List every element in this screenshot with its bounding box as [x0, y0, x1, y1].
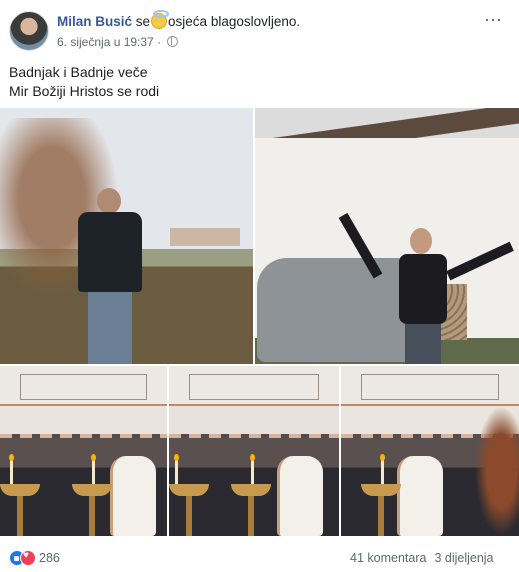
- author-name[interactable]: Milan Busić: [57, 14, 132, 29]
- more-options-icon[interactable]: ⋯: [484, 10, 503, 31]
- post-text: Badnjak i Badnje veče Mir Božiji Hristos…: [9, 63, 159, 101]
- reaction-count: 286: [39, 551, 60, 565]
- love-icon: [20, 550, 36, 566]
- photo-church-gathering-2[interactable]: [169, 366, 339, 536]
- comments-count[interactable]: 41 komentara: [350, 551, 426, 565]
- post-text-line-2: Mir Božiji Hristos se rodi: [9, 83, 160, 99]
- reaction-summary[interactable]: 286: [9, 550, 60, 566]
- post-text-line-1: Badnjak i Badnje veče: [9, 64, 148, 80]
- shares-count[interactable]: 3 dijeljenja: [434, 551, 493, 565]
- post-header: Milan Busić se osjeća blagoslovljeno.: [57, 10, 301, 29]
- avatar[interactable]: [9, 11, 49, 51]
- globe-icon[interactable]: [167, 36, 179, 47]
- feeling-text: osjeća blagoslovljeno.: [168, 14, 301, 29]
- photo-man-raising-pistol[interactable]: [255, 108, 519, 364]
- post-meta: 6. siječnja u 19:37 ·: [57, 35, 179, 49]
- engagement-stats: 41 komentara 3 dijeljenja: [350, 551, 494, 565]
- photo-man-with-oak-branches[interactable]: [0, 108, 253, 364]
- photo-church-gathering-1[interactable]: [0, 366, 167, 536]
- feeling-prefix: se: [135, 14, 151, 29]
- facebook-post: Milan Busić se osjeća blagoslovljeno. 6. …: [0, 0, 519, 572]
- post-timestamp[interactable]: 6. siječnja u 19:37: [57, 35, 154, 49]
- halo-smiley-icon: [151, 10, 170, 29]
- photo-church-gathering-3[interactable]: [341, 366, 519, 536]
